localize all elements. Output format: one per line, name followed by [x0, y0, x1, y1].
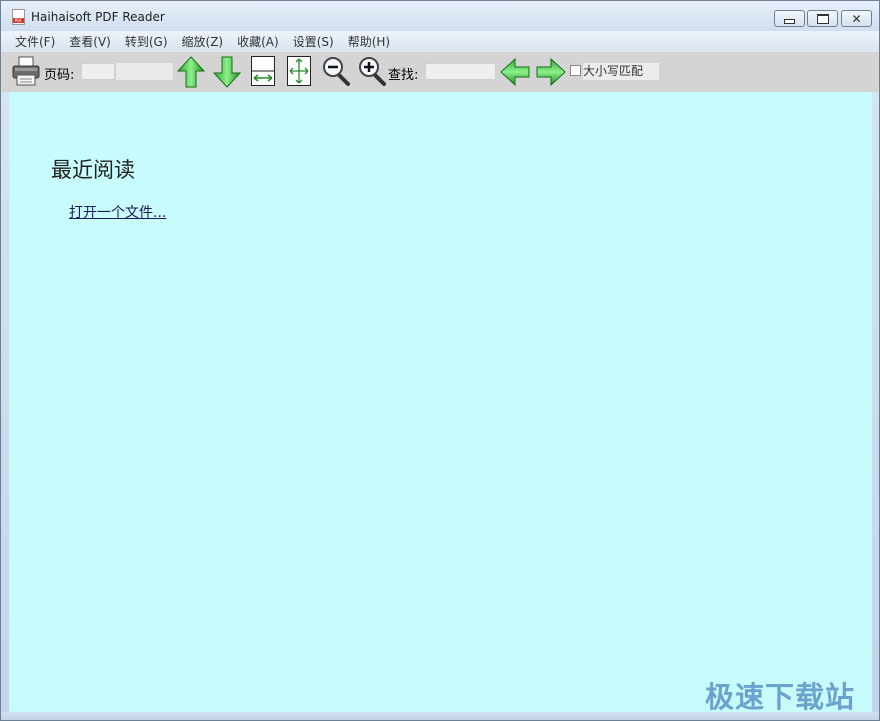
maximize-button[interactable] [807, 10, 838, 27]
page-up-icon[interactable] [177, 55, 205, 89]
close-icon: ✕ [851, 11, 862, 26]
fit-page-icon[interactable] [286, 55, 312, 87]
open-file-link[interactable]: 打开一个文件... [69, 202, 166, 222]
case-match-label: 大小写匹配 [583, 63, 660, 80]
zoom-in-icon[interactable] [357, 55, 387, 87]
menu-help[interactable]: 帮助(H) [348, 33, 390, 50]
menu-file[interactable]: 文件(F) [15, 33, 55, 50]
maximize-icon [816, 13, 829, 24]
find-previous-icon[interactable] [499, 57, 531, 87]
toolbar: 页码: 查找: 大小写匹配 [1, 51, 879, 92]
pdf-app-icon [12, 9, 25, 25]
find-label: 查找: [388, 68, 419, 83]
menu-favorites[interactable]: 收藏(A) [237, 33, 279, 50]
page-label: 页码: [44, 68, 75, 83]
menu-zoom[interactable]: 缩放(Z) [182, 33, 224, 50]
document-area: 最近阅读 打开一个文件... [9, 92, 872, 712]
minimize-icon [784, 18, 795, 24]
case-match-checkbox[interactable] [570, 65, 581, 76]
find-input[interactable] [425, 63, 496, 80]
fit-width-icon[interactable] [250, 55, 276, 87]
app-window: Haihaisoft PDF Reader ✕ 文件(F) 查看(V) 转到(G… [0, 0, 880, 721]
find-next-icon[interactable] [535, 57, 567, 87]
watermark-logo: 极速下载站 [705, 680, 856, 714]
minimize-button[interactable] [774, 10, 805, 27]
menu-goto[interactable]: 转到(G) [125, 33, 168, 50]
window-title: Haihaisoft PDF Reader [31, 10, 165, 24]
page-down-icon[interactable] [213, 55, 241, 89]
menu-settings[interactable]: 设置(S) [293, 33, 334, 50]
page-count-field [116, 63, 173, 80]
close-button[interactable]: ✕ [841, 10, 872, 27]
title-bar: Haihaisoft PDF Reader ✕ [1, 1, 879, 31]
zoom-out-icon[interactable] [321, 55, 351, 87]
menu-view[interactable]: 查看(V) [69, 33, 111, 50]
printer-icon[interactable] [11, 55, 41, 87]
page-number-input[interactable] [81, 63, 115, 80]
recent-reading-heading: 最近阅读 [51, 158, 135, 182]
menu-bar: 文件(F) 查看(V) 转到(G) 缩放(Z) 收藏(A) 设置(S) 帮助(H… [1, 31, 879, 51]
